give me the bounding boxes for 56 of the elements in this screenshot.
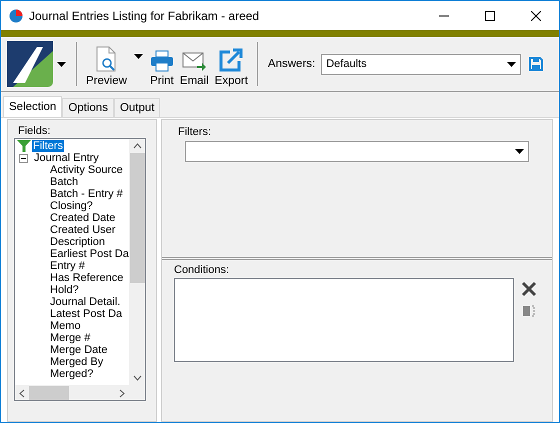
- tree-item[interactable]: Hold?: [49, 284, 80, 296]
- envelope-icon: [182, 50, 206, 72]
- answers-label: Answers:: [268, 58, 316, 70]
- print-button[interactable]: Print: [146, 41, 177, 87]
- horizontal-scrollbar[interactable]: [15, 385, 129, 400]
- fields-label: Fields:: [18, 125, 52, 137]
- preview-button[interactable]: Preview: [83, 41, 130, 87]
- tree-item[interactable]: Description: [49, 236, 106, 248]
- conditions-label: Conditions:: [174, 264, 230, 276]
- conditions-list[interactable]: [174, 278, 514, 362]
- printer-icon: [150, 50, 174, 72]
- answers-dropdown[interactable]: Defaults: [321, 54, 522, 74]
- tree-item[interactable]: Journal Entry: [33, 152, 100, 164]
- export-button[interactable]: Export: [212, 41, 251, 87]
- tree-item[interactable]: Latest Post Da: [49, 308, 124, 320]
- columns-icon[interactable]: [523, 305, 535, 317]
- funnel-icon: [17, 140, 31, 152]
- vertical-scrollbar[interactable]: [129, 139, 145, 385]
- tab[interactable]: Selection: [3, 96, 62, 117]
- tree-item[interactable]: Earliest Post Da: [49, 248, 129, 260]
- tree-item[interactable]: Filters: [32, 140, 64, 152]
- tab[interactable]: Options: [62, 98, 114, 117]
- tree-item[interactable]: Created Date: [49, 212, 116, 224]
- email-button[interactable]: Email: [176, 41, 212, 87]
- app-icon: [9, 8, 23, 22]
- window-title: Journal Entries Listing for Fabrikam - areed: [29, 8, 260, 22]
- filters-label: Filters:: [178, 126, 212, 138]
- close-icon[interactable]: [531, 10, 541, 20]
- tab[interactable]: Output: [114, 98, 160, 117]
- tree-item[interactable]: Created User: [49, 224, 116, 236]
- scroll-thumb[interactable]: [29, 386, 69, 400]
- preview-icon: [95, 46, 118, 72]
- tree-item[interactable]: Has Reference: [49, 272, 124, 284]
- logo-icon[interactable]: [7, 41, 53, 87]
- maximize-icon[interactable]: [485, 10, 495, 20]
- tree-item[interactable]: Journal Detail.: [49, 296, 122, 308]
- tree-item[interactable]: Merged By: [49, 356, 104, 368]
- caret-icon[interactable]: [515, 149, 524, 154]
- tree-item[interactable]: Memo: [49, 320, 82, 332]
- delete-icon[interactable]: [521, 281, 537, 297]
- caret-icon[interactable]: [507, 62, 516, 66]
- tree-item[interactable]: Batch: [49, 176, 80, 188]
- tree-item[interactable]: Closing?: [49, 200, 94, 212]
- tree-item[interactable]: Merged?: [49, 368, 94, 380]
- tree-item[interactable]: Merge Date: [49, 344, 108, 356]
- caret-icon[interactable]: [134, 54, 143, 58]
- save-icon[interactable]: [529, 57, 544, 71]
- collapse-icon[interactable]: [19, 154, 28, 162]
- scroll-thumb[interactable]: [130, 153, 144, 283]
- fields-tree[interactable]: [14, 138, 146, 401]
- export-icon: [219, 48, 244, 72]
- tree-item[interactable]: Batch - Entry #: [49, 188, 124, 200]
- tree-item[interactable]: Entry #: [49, 260, 86, 272]
- caret-icon[interactable]: [57, 62, 66, 66]
- tree-item[interactable]: Merge #: [49, 332, 92, 344]
- tree-item[interactable]: Activity Source: [49, 164, 124, 176]
